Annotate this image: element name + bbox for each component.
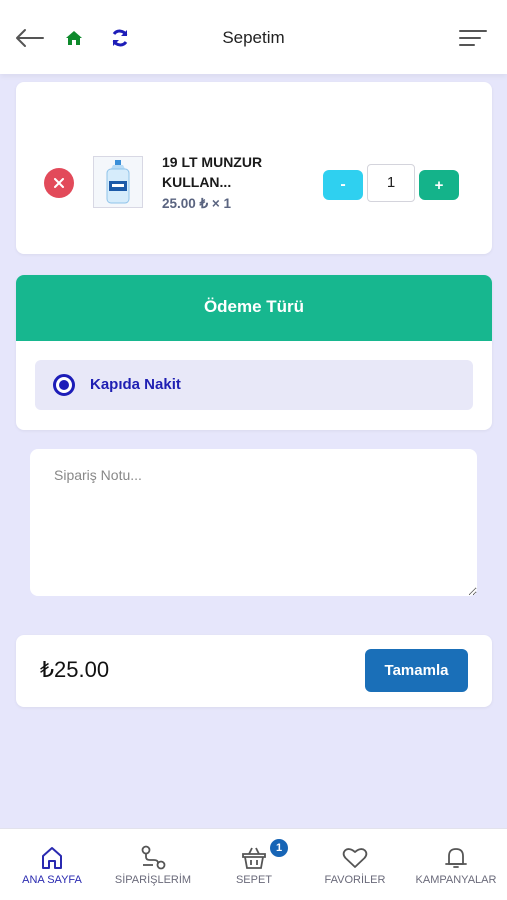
product-image bbox=[93, 156, 143, 208]
water-bottle-icon bbox=[106, 160, 130, 204]
decrease-quantity-button[interactable]: - bbox=[323, 170, 363, 200]
nav-item-orders[interactable]: SİPARİŞLERİM bbox=[103, 829, 203, 900]
payment-type-title: Ödeme Türü bbox=[16, 275, 492, 341]
menu-button[interactable] bbox=[456, 22, 490, 54]
order-summary-card: ₺25.00 Tamamla bbox=[16, 635, 492, 707]
remove-item-button[interactable] bbox=[44, 168, 74, 198]
basket-icon bbox=[242, 847, 266, 869]
order-note-textarea[interactable] bbox=[30, 449, 477, 596]
nav-item-cart[interactable]: 1 SEPET bbox=[204, 829, 304, 900]
payment-option-label: Kapıda Nakit bbox=[90, 376, 181, 393]
menu-icon bbox=[459, 30, 487, 46]
page-title: Sepetim bbox=[222, 28, 285, 47]
nav-item-home[interactable]: ANA SAYFA bbox=[2, 829, 102, 900]
app-header: Sepetim bbox=[0, 0, 507, 74]
route-icon bbox=[141, 845, 166, 870]
payment-option-cash-on-delivery[interactable]: Kapıda Nakit bbox=[35, 360, 473, 410]
total-amount: ₺25.00 bbox=[40, 657, 110, 682]
nav-label: FAVORİLER bbox=[324, 874, 386, 886]
bell-icon bbox=[445, 848, 467, 868]
nav-label: SİPARİŞLERİM bbox=[114, 874, 192, 886]
bottom-navigation: ANA SAYFA SİPARİŞLERİM 1 SEPET FAVORİLER… bbox=[0, 828, 507, 900]
increase-quantity-button[interactable]: + bbox=[419, 170, 459, 200]
product-name: 19 LT MUNZUR KULLAN... bbox=[162, 154, 263, 190]
nav-item-campaigns[interactable]: KAMPANYALAR bbox=[406, 829, 506, 900]
product-price-line: 25.00 ₺ × 1 bbox=[162, 196, 232, 211]
nav-label: ANA SAYFA bbox=[22, 874, 82, 886]
heart-icon bbox=[342, 848, 368, 868]
quantity-input[interactable]: 1 bbox=[367, 164, 415, 202]
nav-label: KAMPANYALAR bbox=[415, 874, 497, 886]
cart-count-badge: 1 bbox=[268, 837, 290, 859]
nav-label: SEPET bbox=[235, 874, 273, 886]
payment-type-card: Ödeme Türü Kapıda Nakit bbox=[16, 275, 492, 430]
nav-item-favorites[interactable]: FAVORİLER bbox=[305, 829, 405, 900]
close-icon bbox=[54, 178, 64, 188]
cart-item-card: 19 LT MUNZUR KULLAN... 25.00 ₺ × 1 - 1 + bbox=[16, 82, 492, 254]
home-outline-icon bbox=[42, 847, 62, 869]
radio-selected-icon[interactable] bbox=[53, 374, 75, 396]
complete-order-button[interactable]: Tamamla bbox=[365, 649, 468, 692]
